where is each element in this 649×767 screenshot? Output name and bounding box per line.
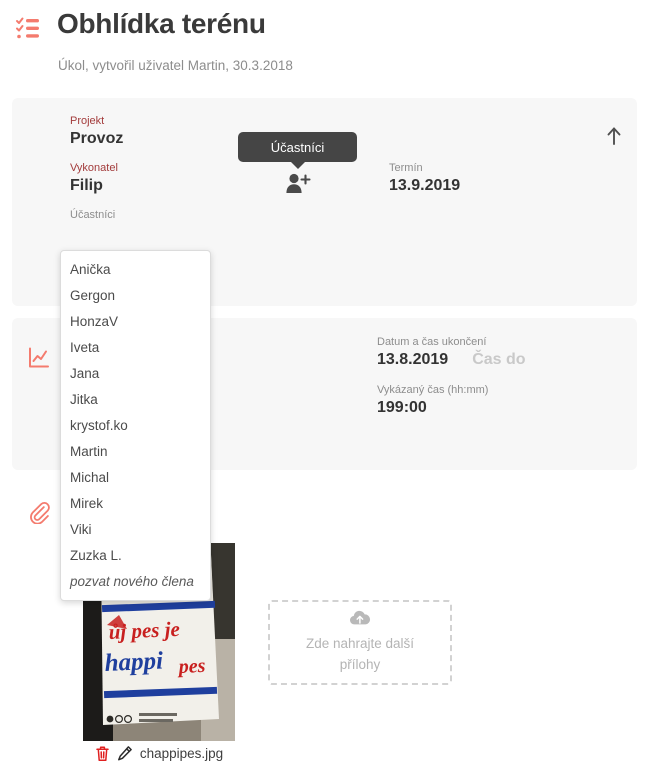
participants-field: Účastníci [70,208,115,222]
dropdown-item-michal[interactable]: Michal [61,465,210,491]
page-header: Obhlídka terénu Úkol, vytvořil uživatel … [0,0,649,92]
cloud-upload-icon [349,610,371,631]
assignee-field: Vykonatel Filip [70,161,118,196]
page-subtitle: Úkol, vytvořil uživatel Martin, 30.3.201… [58,58,293,73]
project-field: Projekt Provoz [70,114,123,149]
line-chart-icon [22,346,56,370]
deadline-field: Termín 13.9.2019 [389,161,460,196]
tooltip-label: Účastníci [270,139,325,155]
dropdown-item-viki[interactable]: Viki [61,517,210,543]
assignee-label: Vykonatel [70,162,118,174]
deadline-label: Termín [389,162,423,174]
reported-time-field: Vykázaný čas (hh:mm) 199:00 [377,383,488,418]
dropdown-item-iveta[interactable]: Iveta [61,335,210,361]
svg-text:happi: happi [104,647,164,677]
dropzone-label: Zde nahrajte další přílohy [305,636,415,672]
dropdown-item-zuzka-l[interactable]: Zuzka L. [61,543,210,569]
attachment-caption: chappipes.jpg [83,745,235,762]
dropdown-item-jitka[interactable]: Jitka [61,387,210,413]
svg-text:pes: pes [176,655,206,678]
project-label: Projekt [70,115,105,127]
dropdown-item-invite-new-member[interactable]: pozvat nového člena [61,569,210,595]
participants-tooltip: Účastníci [238,132,357,169]
participants-dropdown[interactable]: Anička Gergon HonzaV Iveta Jana Jitka kr… [60,250,211,601]
dropdown-item-jana[interactable]: Jana [61,361,210,387]
end-date-value[interactable]: 13.8.2019 [377,349,448,370]
end-time-input[interactable]: Čas do [472,349,525,370]
dropdown-item-mirek[interactable]: Mirek [61,491,210,517]
end-datetime-label: Datum a čas ukončení [377,336,487,348]
project-value[interactable]: Provoz [70,128,123,149]
dropdown-item-honzav[interactable]: HonzaV [61,309,210,335]
paperclip-icon [22,500,56,524]
page-title: Obhlídka terénu [57,8,266,39]
reported-time-value[interactable]: 199:00 [377,397,488,418]
checklist-icon [14,14,42,42]
dropdown-item-anicka[interactable]: Anička [61,257,210,283]
trash-icon[interactable] [95,745,110,762]
person-add-icon[interactable] [285,172,311,196]
dropdown-item-martin[interactable]: Martin [61,439,210,465]
arrow-up-icon[interactable] [603,124,625,148]
pencil-icon[interactable] [117,745,133,762]
dropdown-item-gergon[interactable]: Gergon [61,283,210,309]
attachment-filename[interactable]: chappipes.jpg [140,746,223,761]
deadline-value[interactable]: 13.9.2019 [389,175,460,196]
assignee-value[interactable]: Filip [70,175,118,196]
attachment-dropzone[interactable]: Zde nahrajte další přílohy [268,600,452,685]
participants-label: Účastníci [70,209,116,221]
end-datetime-field: Datum a čas ukončení 13.8.2019 Čas do [377,335,526,370]
dropdown-item-krystofko[interactable]: krystof.ko [61,413,210,439]
reported-time-label: Vykázaný čas (hh:mm) [377,384,489,396]
